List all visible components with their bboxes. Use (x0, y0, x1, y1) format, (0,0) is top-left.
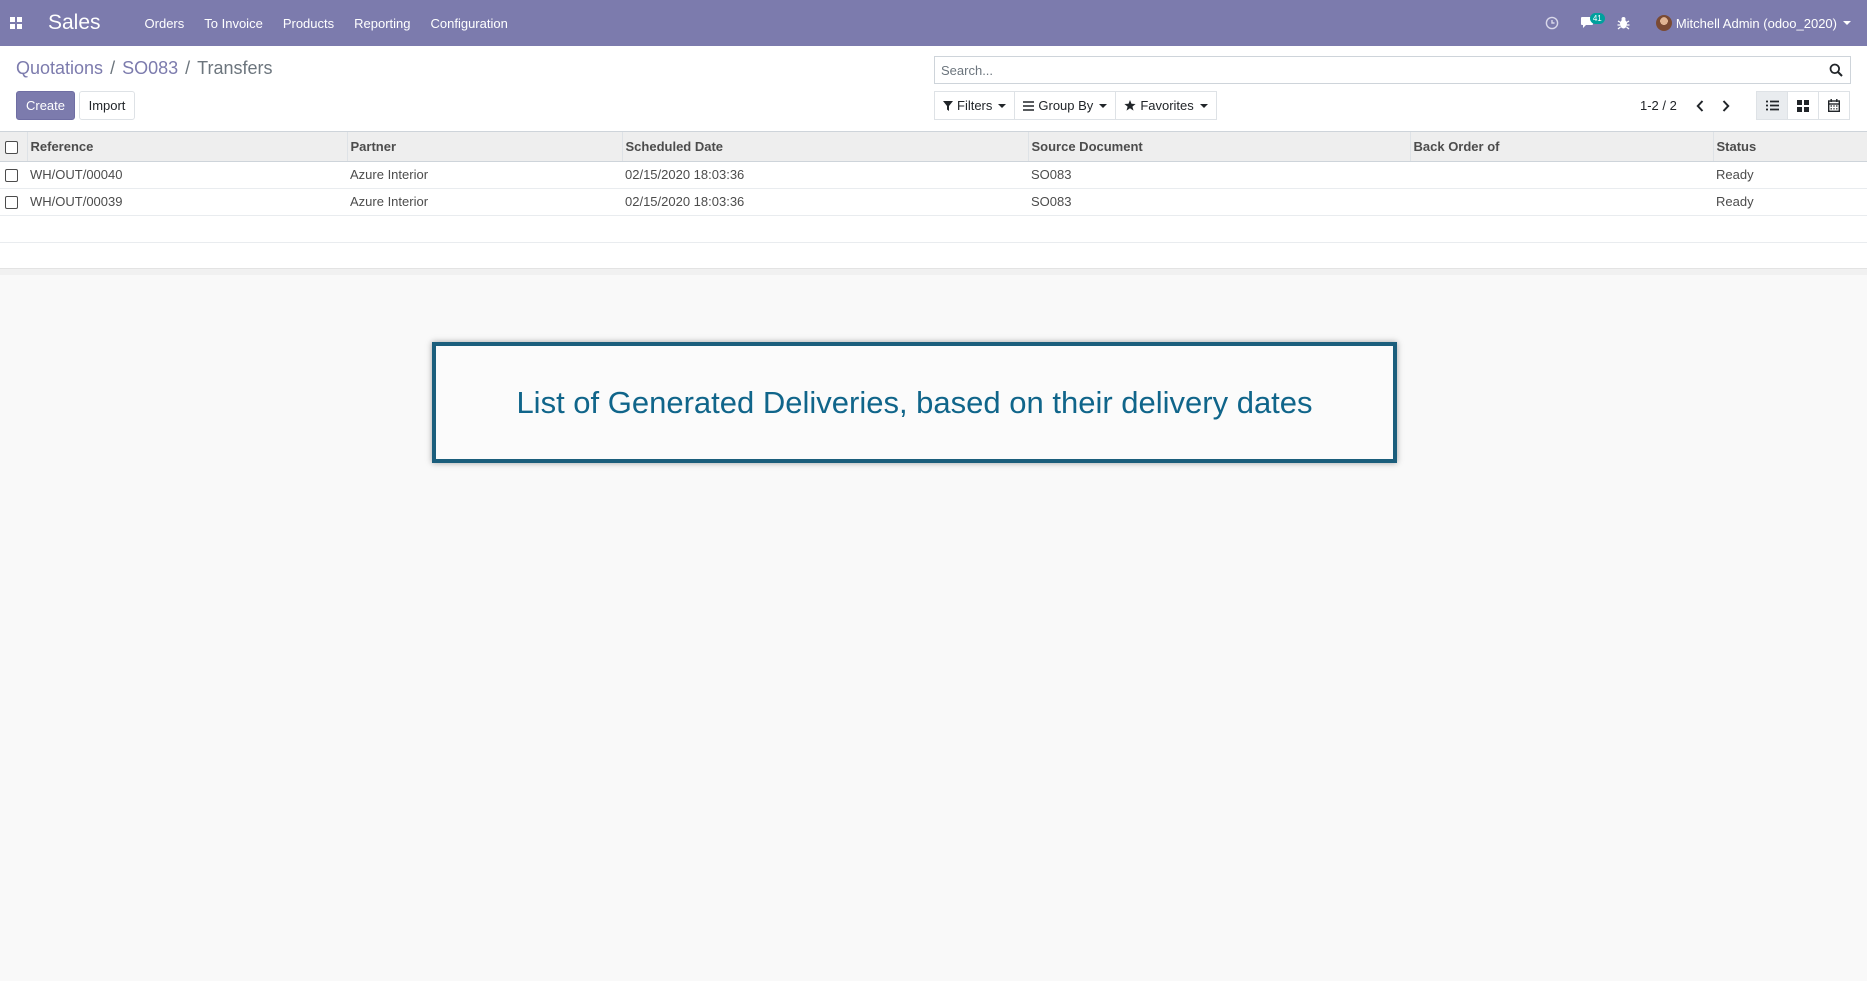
app-brand[interactable]: Sales (48, 11, 101, 35)
cell-source-document: SO083 (1028, 188, 1410, 216)
cell-status: Ready (1713, 188, 1867, 216)
cell-scheduled-date: 02/15/2020 18:03:36 (622, 188, 1028, 216)
breadcrumb-so083[interactable]: SO083 (122, 58, 178, 79)
menu-configuration[interactable]: Configuration (421, 16, 518, 31)
breadcrumb-separator: / (110, 58, 116, 78)
group-by-bars-icon (1023, 100, 1035, 111)
control-panel: Quotations / SO083 / Transfers Create Im… (0, 46, 1867, 132)
column-header-source-document[interactable]: Source Document (1027, 132, 1410, 162)
user-name: Mitchell Admin (odoo_2020) (1675, 15, 1837, 31)
column-header-back-order-of[interactable]: Back Order of (1409, 132, 1713, 162)
cell-status: Ready (1713, 161, 1867, 189)
row-checkbox[interactable] (5, 169, 18, 183)
cell-back-order-of (1410, 188, 1713, 216)
top-navbar: Sales Orders To Invoice Products Reporti… (0, 0, 1867, 46)
table-row[interactable]: WH/OUT/00039 Azure Interior 02/15/2020 1… (0, 188, 1867, 216)
chevron-down-icon (1199, 103, 1208, 108)
pager: 1-2 / 2 (1640, 91, 1739, 120)
create-button[interactable]: Create (16, 91, 75, 120)
search-options: Filters Group By Favorites (934, 91, 1217, 120)
search-icon[interactable] (1822, 57, 1850, 83)
pager-value[interactable]: 1-2 / 2 (1640, 98, 1677, 113)
favorites-button[interactable]: Favorites (1115, 91, 1217, 120)
favorites-label: Favorites (1140, 98, 1194, 113)
transfers-table: Reference Partner Scheduled Date Source … (0, 132, 1867, 270)
breadcrumb-current: Transfers (197, 58, 273, 78)
user-menu[interactable]: Mitchell Admin (odoo_2020) (1642, 15, 1867, 31)
column-header-reference[interactable]: Reference (26, 132, 347, 162)
filters-label: Filters (957, 98, 993, 113)
breadcrumb: Quotations / SO083 / Transfers (16, 58, 273, 79)
menu-to-invoice[interactable]: To Invoice (194, 16, 273, 31)
row-checkbox[interactable] (5, 196, 18, 210)
cell-source-document: SO083 (1028, 161, 1410, 189)
select-all-column (0, 132, 27, 162)
select-all-checkbox[interactable] (5, 140, 18, 154)
column-header-partner[interactable]: Partner (346, 132, 622, 162)
filters-button[interactable]: Filters (934, 91, 1016, 120)
breadcrumb-separator: / (185, 58, 191, 78)
chevron-down-icon (998, 103, 1007, 108)
debug-bug-icon[interactable] (1606, 0, 1642, 46)
view-switcher (1756, 91, 1850, 120)
column-header-status[interactable]: Status (1712, 132, 1867, 162)
breadcrumb-quotations[interactable]: Quotations (16, 58, 103, 79)
messages-icon[interactable]: 41 (1570, 0, 1606, 46)
import-button[interactable]: Import (79, 91, 135, 120)
annotation-callout: List of Generated Deliveries, based on t… (432, 342, 1397, 463)
row-select-cell (0, 188, 27, 216)
cell-partner: Azure Interior (347, 161, 622, 189)
empty-row (0, 242, 1867, 270)
list-view-icon[interactable] (1756, 91, 1788, 120)
row-select-cell (0, 161, 27, 189)
cell-partner: Azure Interior (347, 188, 622, 216)
star-icon (1124, 100, 1136, 111)
activity-clock-icon[interactable] (1534, 0, 1570, 46)
chevron-down-icon (1843, 21, 1851, 25)
menu-reporting[interactable]: Reporting (344, 16, 420, 31)
messages-badge: 41 (1589, 13, 1605, 24)
column-header-scheduled-date[interactable]: Scheduled Date (621, 132, 1028, 162)
table-header-row: Reference Partner Scheduled Date Source … (0, 132, 1867, 162)
cell-back-order-of (1410, 161, 1713, 189)
cell-reference: WH/OUT/00039 (27, 188, 347, 216)
group-by-button[interactable]: Group By (1014, 91, 1117, 120)
pager-next-icon[interactable] (1713, 91, 1739, 120)
menu-products[interactable]: Products (273, 16, 344, 31)
filter-funnel-icon (943, 100, 953, 111)
search-bar (934, 56, 1851, 84)
search-input[interactable] (935, 62, 1822, 78)
user-avatar (1655, 15, 1672, 31)
cell-scheduled-date: 02/15/2020 18:03:36 (622, 161, 1028, 189)
apps-menu-icon[interactable] (0, 0, 32, 46)
annotation-text: List of Generated Deliveries, based on t… (516, 384, 1313, 420)
pager-previous-icon[interactable] (1687, 91, 1713, 120)
empty-row (0, 215, 1867, 243)
chevron-down-icon (1099, 103, 1108, 108)
kanban-view-icon[interactable] (1787, 91, 1819, 120)
group-by-label: Group By (1038, 98, 1094, 113)
table-footer (0, 268, 1867, 275)
calendar-view-icon[interactable] (1818, 91, 1850, 120)
table-row[interactable]: WH/OUT/00040 Azure Interior 02/15/2020 1… (0, 161, 1867, 189)
cell-reference: WH/OUT/00040 (27, 161, 347, 189)
menu-orders[interactable]: Orders (135, 16, 195, 31)
